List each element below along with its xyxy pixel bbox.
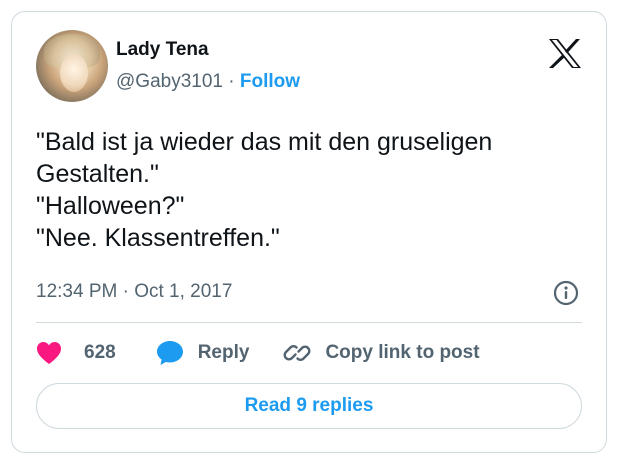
- follow-button[interactable]: Follow: [240, 71, 300, 92]
- tweet-text: "Bald ist ja wieder das mit den gruselig…: [36, 126, 592, 254]
- speech-bubble-icon: [156, 341, 183, 365]
- author-handle-row: @Gaby3101 · Follow: [116, 70, 300, 94]
- divider: [36, 322, 582, 323]
- copy-link-label: Copy link to post: [325, 342, 480, 363]
- author-display-name[interactable]: Lady Tena: [116, 39, 209, 61]
- tweet-text-line: "Nee. Klassentreffen.": [36, 224, 280, 252]
- heart-icon: [37, 342, 61, 364]
- like-button[interactable]: 628: [36, 341, 116, 365]
- author-handle[interactable]: @Gaby3101: [116, 71, 223, 92]
- read-replies-button[interactable]: Read 9 replies: [36, 383, 582, 429]
- reply-label: Reply: [197, 342, 250, 363]
- avatar[interactable]: [36, 30, 108, 102]
- reply-button[interactable]: Reply: [156, 340, 250, 366]
- tweet-text-line: "Bald ist ja wieder das mit den gruselig…: [36, 128, 493, 156]
- link-icon: [283, 345, 311, 361]
- avatar-face: [60, 54, 88, 92]
- like-count: 628: [84, 342, 116, 363]
- copy-link-button[interactable]: Copy link to post: [283, 339, 480, 367]
- handle-separator: ·: [228, 71, 235, 92]
- info-icon[interactable]: [553, 280, 579, 306]
- tweet-text-line: "Halloween?": [36, 192, 185, 220]
- tweet-timestamp[interactable]: 12:34 PM · Oct 1, 2017: [36, 280, 232, 304]
- tweet-text-line: Gestalten.": [36, 160, 159, 188]
- action-bar: 628 Reply Copy link to post: [36, 338, 480, 368]
- tweet-card: Lady Tena @Gaby3101 · Follow "Bald ist j…: [11, 11, 607, 453]
- x-logo-icon[interactable]: [548, 38, 582, 69]
